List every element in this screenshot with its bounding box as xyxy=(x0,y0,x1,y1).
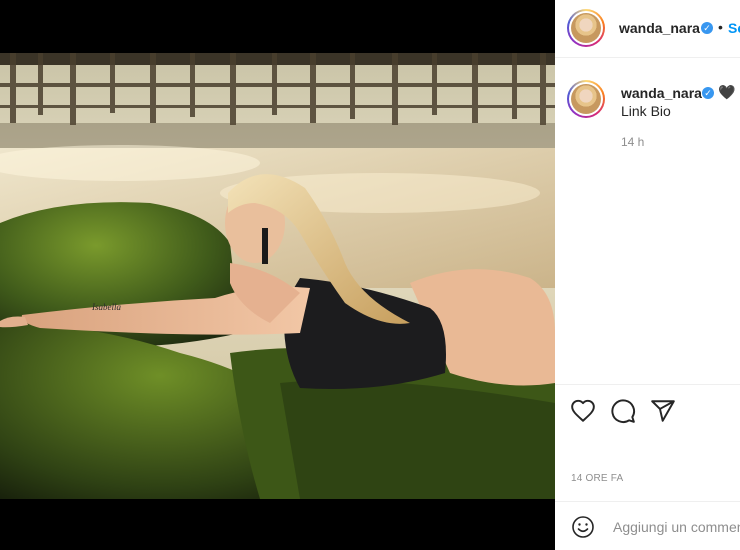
caption-avatar-image xyxy=(571,84,601,114)
post-date[interactable]: 14 ORE FA xyxy=(571,473,623,484)
post-details-panel: wanda_nara ✓ • Se wanda_nara ✓ 🖤 Link Bi… xyxy=(555,0,740,550)
post-image[interactable]: Isabella xyxy=(0,53,555,499)
share-icon[interactable] xyxy=(650,398,676,424)
smiley-icon[interactable] xyxy=(571,515,595,539)
caption-text: Link Bio xyxy=(621,103,671,119)
black-heart-emoji: 🖤 xyxy=(718,84,736,100)
header-separator: • xyxy=(718,19,723,35)
heart-icon[interactable] xyxy=(570,398,596,424)
divider xyxy=(555,501,740,502)
post-media: Isabella xyxy=(0,0,555,550)
comment-icon[interactable] xyxy=(610,398,636,424)
caption-username[interactable]: wanda_nara xyxy=(621,85,702,101)
caption-timestamp[interactable]: 14 h xyxy=(621,135,644,149)
verified-badge-icon: ✓ xyxy=(702,87,714,99)
divider xyxy=(555,384,740,385)
comment-input[interactable] xyxy=(611,518,740,536)
svg-text:Isabella: Isabella xyxy=(91,302,121,312)
avatar-image xyxy=(571,13,601,43)
post-photo-illustration: Isabella xyxy=(0,53,555,499)
avatar[interactable] xyxy=(567,9,605,47)
follow-button[interactable]: Se xyxy=(728,20,740,36)
header-username[interactable]: wanda_nara xyxy=(619,20,700,36)
caption-avatar[interactable] xyxy=(567,80,605,118)
post-header: wanda_nara ✓ • Se xyxy=(555,0,740,58)
verified-badge-icon: ✓ xyxy=(701,22,713,34)
